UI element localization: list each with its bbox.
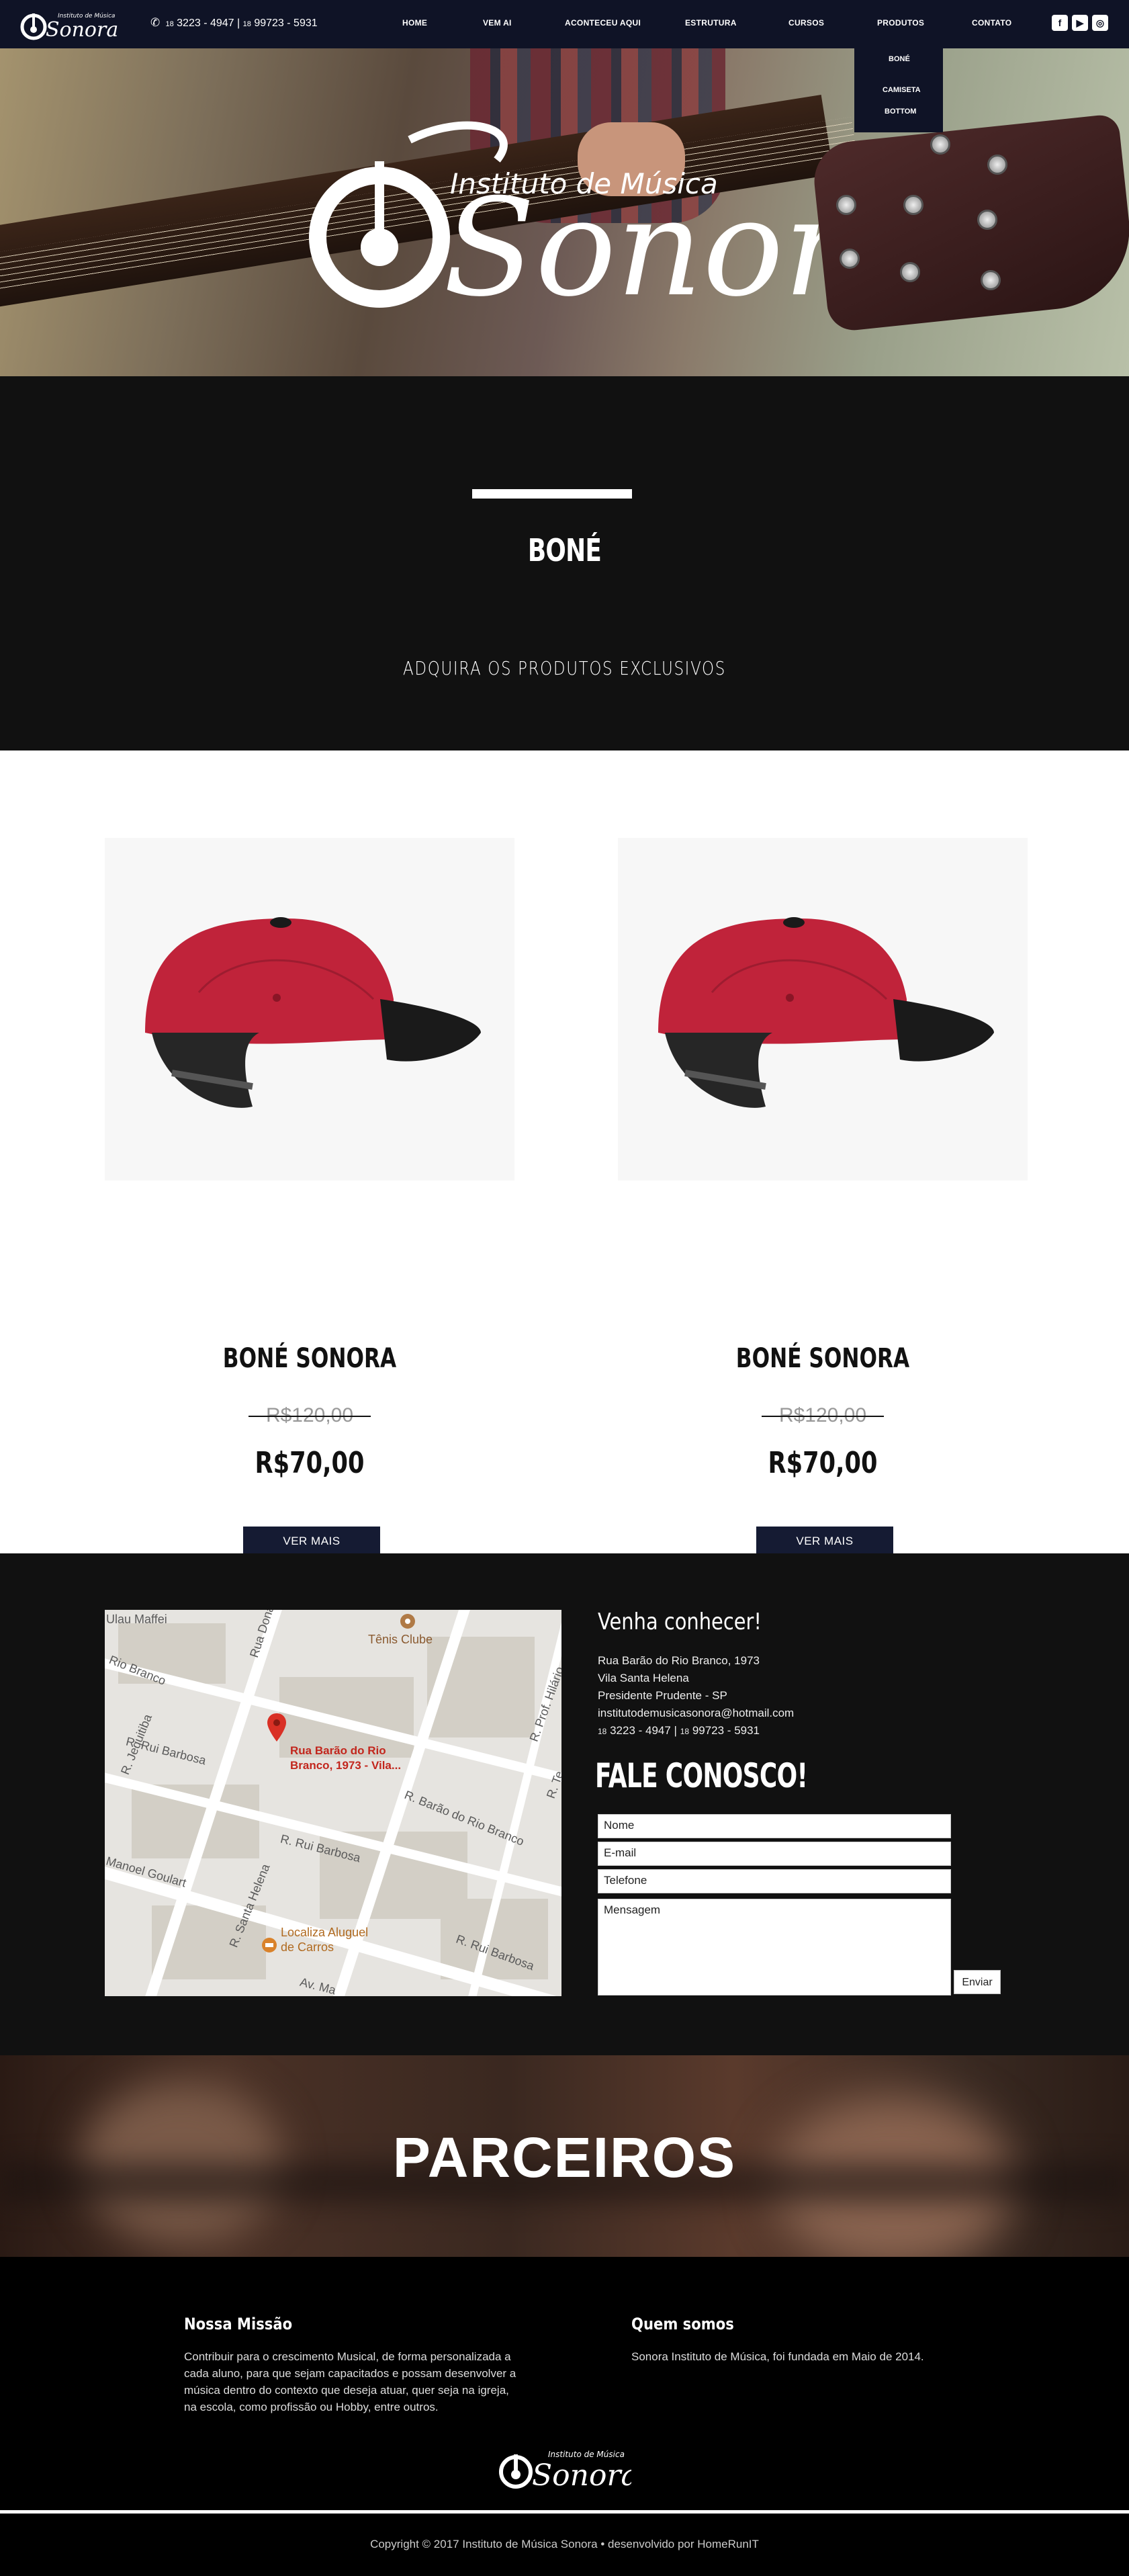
product-image[interactable] (618, 838, 1028, 1180)
poi-localiza-line2: de Carros (281, 1940, 334, 1954)
sonora-logo-small[interactable]: Sonora Instituto de Música (19, 4, 120, 43)
logo-small-text: Sonora (46, 18, 118, 42)
footer-logo-subtext: Instituto de Música (548, 2450, 625, 2459)
contact-email[interactable]: institutodemusicasonora@hotmail.com (598, 1707, 794, 1720)
mission-column: Nossa Missão Contribuir para o crescimen… (184, 2315, 533, 2415)
footer-logo-text: Sonora (532, 2458, 631, 2493)
visit-heading: Venha conhecer! (598, 1608, 762, 1635)
phone-input[interactable]: Telefone (598, 1869, 951, 1893)
tuning-peg (977, 210, 997, 230)
product-price: R$70,00 (768, 1446, 878, 1480)
phone-icon: ✆ (150, 16, 161, 29)
about-title: Quem somos (631, 2315, 734, 2333)
nav-cursos[interactable]: CURSOS (788, 18, 824, 28)
poi-localiza-line1: Localiza Aluguel (281, 1926, 369, 1939)
top-navigation-bar: Sonora Instituto de Música ✆ 18 3223 - 4… (0, 0, 1129, 132)
product-name: BONÉ SONORA (222, 1343, 397, 1374)
product-old-price: R$120,00 (105, 1404, 514, 1427)
tuning-peg (987, 155, 1007, 175)
dropdown-camiseta[interactable]: CAMISETA (883, 86, 921, 94)
tuning-peg (900, 262, 920, 282)
contact-form-title: FALE CONOSCO! (595, 1756, 808, 1795)
address-district: Vila Santa Helena (598, 1672, 689, 1684)
about-column: Quem somos Sonora Instituto de Música, f… (631, 2315, 981, 2365)
email-input[interactable]: E-mail (598, 1842, 951, 1866)
tuning-peg (930, 134, 950, 155)
car-rental-poi-icon (262, 1938, 277, 1952)
address-street: Rua Barão do Rio Branco, 1973 (598, 1654, 760, 1667)
send-button[interactable]: Enviar (954, 1970, 1001, 1994)
instagram-icon[interactable]: ◎ (1092, 15, 1108, 31)
facebook-icon[interactable]: f (1052, 15, 1068, 31)
mission-text: Contribuir para o crescimento Musical, d… (184, 2350, 516, 2413)
message-textarea[interactable]: Mensagem (598, 1899, 951, 1995)
product-price: R$70,00 (255, 1446, 365, 1480)
nav-vem-ai[interactable]: VEM AI (483, 18, 512, 28)
hero-photo-headstock (810, 113, 1129, 333)
tuning-peg (836, 195, 856, 215)
nav-contato[interactable]: CONTATO (972, 18, 1011, 28)
dropdown-bone[interactable]: BONÉ (889, 55, 910, 63)
nav-produtos[interactable]: PRODUTOS (877, 18, 924, 28)
product-list: BONÉ SONORA R$120,00 R$70,00 VER MAIS BO… (0, 750, 1129, 1556)
hero-banner: Sonora Instituto de Música (0, 48, 1129, 376)
copyright-text: Copyright © 2017 Instituto de Música Son… (370, 2538, 759, 2550)
location-map[interactable]: Ulau Maffei Rua Dona Militã Rio Branco R… (105, 1610, 561, 1996)
dropdown-bottom[interactable]: BOTTOM (885, 108, 916, 116)
youtube-icon[interactable]: ▶ (1072, 15, 1088, 31)
map-pin-label-line1: Rua Barão do Rio (290, 1744, 386, 1757)
tuning-peg (981, 270, 1001, 290)
ver-mais-button[interactable]: VER MAIS (756, 1527, 893, 1556)
logo-small-subtext: Instituto de Música (58, 13, 115, 19)
contact-phone: 18 3223 - 4947 | 18 99723 - 5931 (598, 1724, 760, 1737)
tuning-peg (840, 249, 860, 269)
sonora-logo-large: Sonora Instituto de Música (309, 121, 819, 314)
product-image[interactable] (105, 838, 514, 1180)
name-input[interactable]: Nome (598, 1814, 951, 1838)
about-text: Sonora Instituto de Música, foi fundada … (631, 2350, 924, 2363)
product-old-price: R$120,00 (618, 1404, 1028, 1427)
header-phone: ✆ 18 3223 - 4947 | 18 99723 - 5931 (150, 16, 318, 29)
tennis-club-poi-icon (400, 1614, 415, 1629)
map-pin-label-line2: Branco, 1973 - Vila... (290, 1759, 402, 1772)
title-divider (472, 489, 632, 499)
nav-home[interactable]: HOME (402, 18, 427, 28)
product-name: BONÉ SONORA (735, 1343, 910, 1374)
address-city: Presidente Prudente - SP (598, 1689, 727, 1702)
nav-aconteceu-aqui[interactable]: ACONTECEU AQUI (565, 18, 641, 28)
page-title: BONÉ (527, 532, 602, 568)
footer-divider (0, 2510, 1129, 2514)
social-links: f ▶ ◎ (1052, 15, 1112, 32)
hero-logo-subtext: Instituto de Música (450, 167, 718, 200)
poi-tenis-clube: Tênis Clube (368, 1633, 433, 1646)
map-pin-icon[interactable] (266, 1712, 287, 1743)
page-title-banner: BONÉ ADQUIRA OS PRODUTOS EXCLUSIVOS (0, 376, 1129, 750)
sonora-logo-footer[interactable]: Sonora Instituto de Música (497, 2438, 631, 2495)
page-subtitle: ADQUIRA OS PRODUTOS EXCLUSIVOS (403, 657, 726, 679)
partners-title: PARCEIROS (392, 2126, 737, 2189)
tuning-peg (903, 195, 923, 215)
partners-section: PARCEIROS (0, 2055, 1129, 2257)
nav-estrutura[interactable]: ESTRUTURA (685, 18, 737, 28)
ver-mais-button[interactable]: VER MAIS (243, 1527, 380, 1556)
contact-section: Ulau Maffei Rua Dona Militã Rio Branco R… (0, 1553, 1129, 2055)
footer: Nossa Missão Contribuir para o crescimen… (0, 2257, 1129, 2576)
mission-title: Nossa Missão (184, 2315, 293, 2333)
